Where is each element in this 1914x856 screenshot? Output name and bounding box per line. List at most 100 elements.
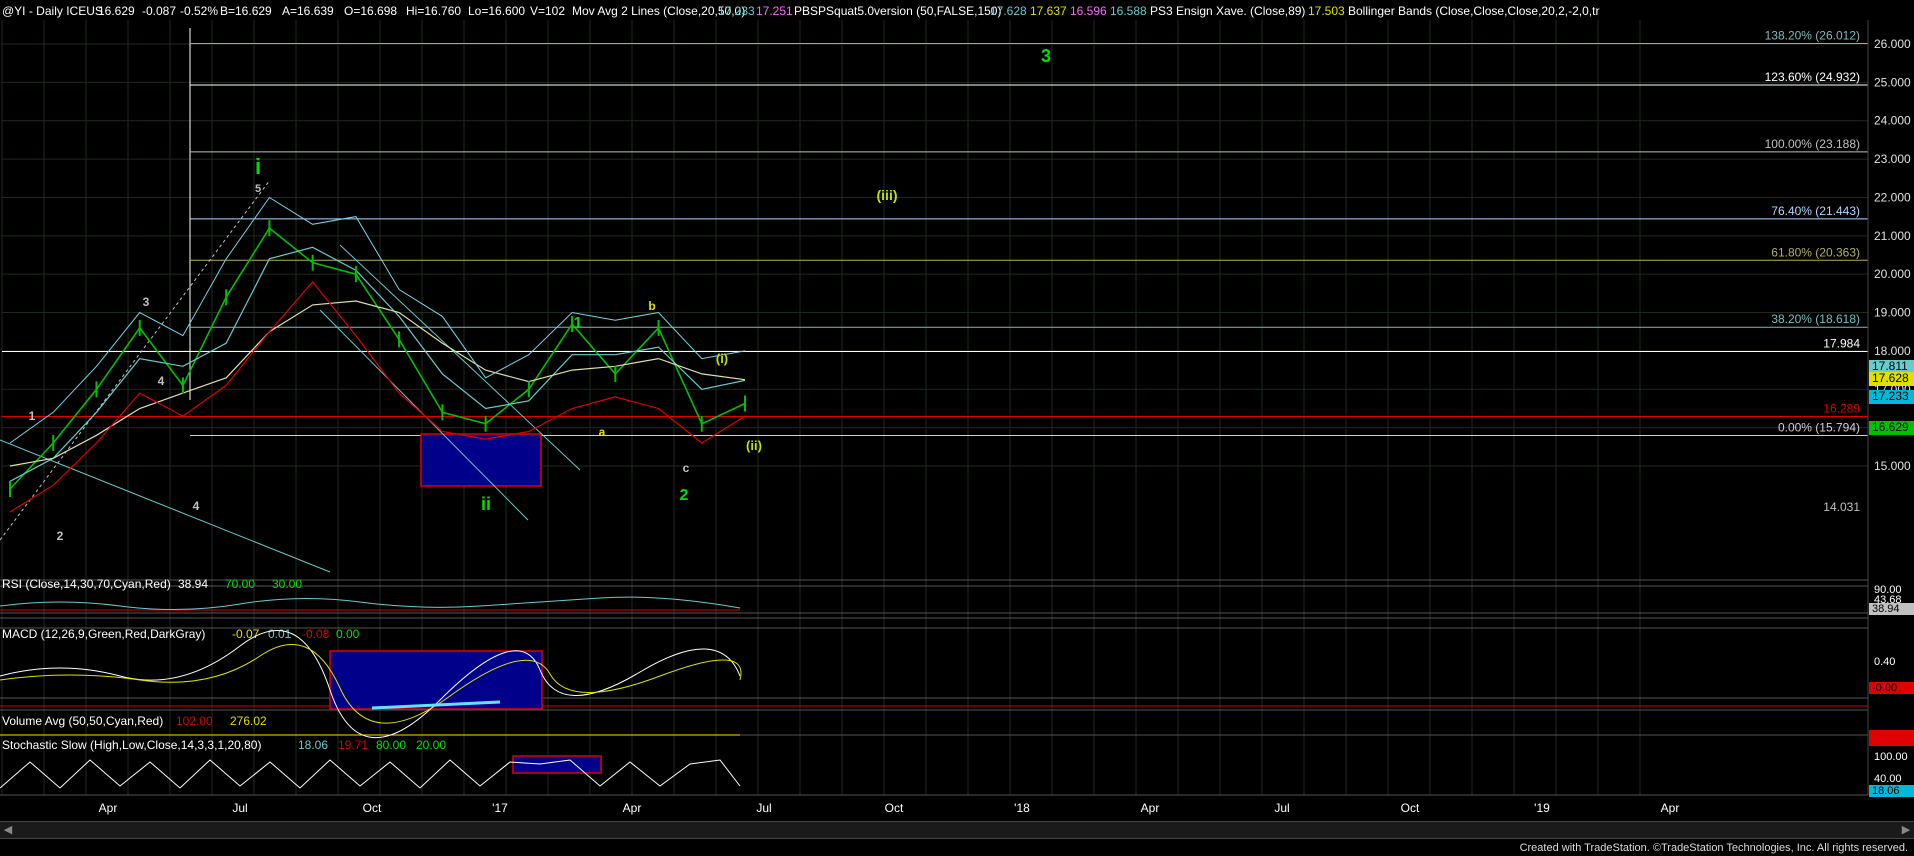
fib-label: 61.80% (20.363) [1771, 245, 1860, 259]
horizontal-scrollbar[interactable]: ◀ ▶ [0, 821, 1914, 839]
time-axis-tick: '19 [1534, 801, 1550, 815]
header-field: 16.629 [98, 4, 135, 18]
price-axis-tick: 15.000 [1874, 459, 1911, 473]
header-field: -0.087 [142, 4, 176, 18]
wave-label: 3 [1041, 46, 1051, 66]
price-axis-tick: 19.000 [1874, 306, 1911, 320]
wave-label: c [683, 461, 690, 475]
wave-label: b [648, 299, 655, 313]
header-field: 17.628 [990, 4, 1027, 18]
wave-label: 4 [158, 374, 165, 388]
wave-label: 5 [255, 183, 261, 195]
stoch-axis-tick: 40.00 [1874, 773, 1902, 785]
header-field: 17.251 [756, 4, 793, 18]
price-axis-tick: 18.000 [1874, 344, 1911, 358]
time-axis-tick: Oct [363, 801, 382, 815]
time-axis-tick: '18 [1014, 801, 1030, 815]
stoch-line [0, 759, 741, 789]
rsi-label: RSI (Close,14,30,70,Cyan,Red) [2, 577, 171, 591]
header-field: -0.52% [180, 4, 218, 18]
fib-label: 14.031 [1823, 500, 1860, 514]
fib-label: 100.00% (23.188) [1765, 137, 1860, 151]
header-field: Bollinger Bands (Close,Close,Close,20,2,… [1348, 4, 1599, 18]
time-axis-tick: Jul [1274, 801, 1289, 815]
time-axis-tick: Jul [756, 801, 771, 815]
price-axis-tick: 23.000 [1874, 152, 1911, 166]
fib-label: 76.40% (21.443) [1771, 204, 1860, 218]
time-axis-tick: Apr [1141, 801, 1160, 815]
scroll-right-arrow-icon[interactable]: ▶ [1898, 822, 1914, 838]
header-field: V=102 [530, 4, 565, 18]
rsi-line [0, 596, 741, 611]
price-axis-tick: 21.000 [1874, 229, 1911, 243]
fib-label: 123.60% (24.932) [1765, 70, 1860, 84]
wave-label: (i) [716, 351, 728, 366]
trendline-dashed [0, 179, 271, 541]
header-field: 17.637 [1030, 4, 1067, 18]
scroll-left-arrow-icon[interactable]: ◀ [0, 822, 16, 838]
wave-label: 1 [574, 315, 583, 332]
macd-flag-label: -0.00 [1872, 682, 1897, 694]
macd-value: -0.07 [232, 627, 260, 641]
volume-label: Volume Avg (50,50,Cyan,Red) [2, 714, 163, 728]
stoch-axis-tick: 100.00 [1874, 751, 1908, 763]
header-field: A=16.639 [282, 4, 334, 18]
macd-value: -0.08 [302, 627, 330, 641]
volume-value: 276.02 [230, 714, 267, 728]
header-field: PBSPSquat5.0version (50,FALSE,150) [794, 4, 1001, 18]
wave-label: 3 [143, 295, 150, 309]
wave-label: a [599, 425, 606, 439]
rsi-value: 70.00 [225, 577, 255, 591]
stoch-value: 80.00 [376, 738, 406, 752]
price-flag-label: 16.629 [1872, 420, 1909, 434]
wave-label: 2 [680, 487, 689, 504]
stoch-value: 20.00 [416, 738, 446, 752]
fib-label: 138.20% (26.012) [1765, 29, 1860, 43]
header-field: @YI - Daily ICEUS [2, 4, 103, 18]
stoch-flag-label: 18.06 [1872, 785, 1900, 797]
time-axis-tick: Oct [885, 801, 904, 815]
price-axis-tick: 26.000 [1874, 37, 1911, 51]
price-axis-tick: 22.000 [1874, 190, 1911, 204]
wave-label: 1 [29, 409, 36, 423]
macd-value: 0.01 [268, 627, 292, 641]
rsi-flag-label: 38.94 [1872, 603, 1900, 615]
fib-label: 0.00% (15.794) [1778, 421, 1860, 435]
time-axis-tick: Jul [232, 801, 247, 815]
header-field: O=16.698 [344, 4, 397, 18]
fib-label: 17.984 [1823, 337, 1860, 351]
wave-label: (iii) [877, 187, 898, 203]
header-field: Hi=16.760 [406, 4, 461, 18]
header-field: 16.588 [1110, 4, 1147, 18]
rsi-value: 38.94 [178, 577, 208, 591]
macd-highlight-box [329, 650, 543, 710]
stoch-value: 18.06 [298, 738, 328, 752]
time-axis-tick: Apr [623, 801, 642, 815]
price-chart[interactable]: @YI - Daily ICEUS16.629 -0.087 -0.52% B=16.… [0, 0, 1914, 856]
stoch-value: 19.71 [338, 738, 368, 752]
upper-band-line [9, 196, 746, 444]
price-flag-label: 17.628 [1872, 371, 1909, 385]
wave-label: 2 [57, 529, 64, 543]
header-field: 17.503 [1308, 4, 1345, 18]
price-axis-tick: 20.000 [1874, 267, 1911, 281]
price-axis-tick: 25.000 [1874, 75, 1911, 89]
header-field: PS3 Ensign Xave. (Close,89) [1150, 4, 1305, 18]
rsi-value: 30.00 [272, 577, 302, 591]
volume-flag [1869, 730, 1914, 746]
time-axis-tick: Oct [1401, 801, 1420, 815]
price-axis-tick: 24.000 [1874, 114, 1911, 128]
macd-label: MACD (12,26,9,Green,Red,DarkGray) [2, 627, 205, 641]
wave-label: ii [481, 494, 491, 514]
series-line-0 [9, 226, 746, 490]
highlight-box [420, 433, 542, 487]
macd-value: 0.00 [336, 627, 360, 641]
header-field: 17.233 [718, 4, 755, 18]
stoch-label: Stochastic Slow (High,Low,Close,14,3,3,1… [2, 738, 261, 752]
volume-value: 102.00 [176, 714, 213, 728]
price-flag-label: 17.233 [1872, 389, 1909, 403]
header-field: 16.596 [1070, 4, 1107, 18]
header-field: B=16.629 [220, 4, 272, 18]
wave-label: 4 [193, 499, 200, 513]
wave-label: (ii) [746, 438, 762, 453]
